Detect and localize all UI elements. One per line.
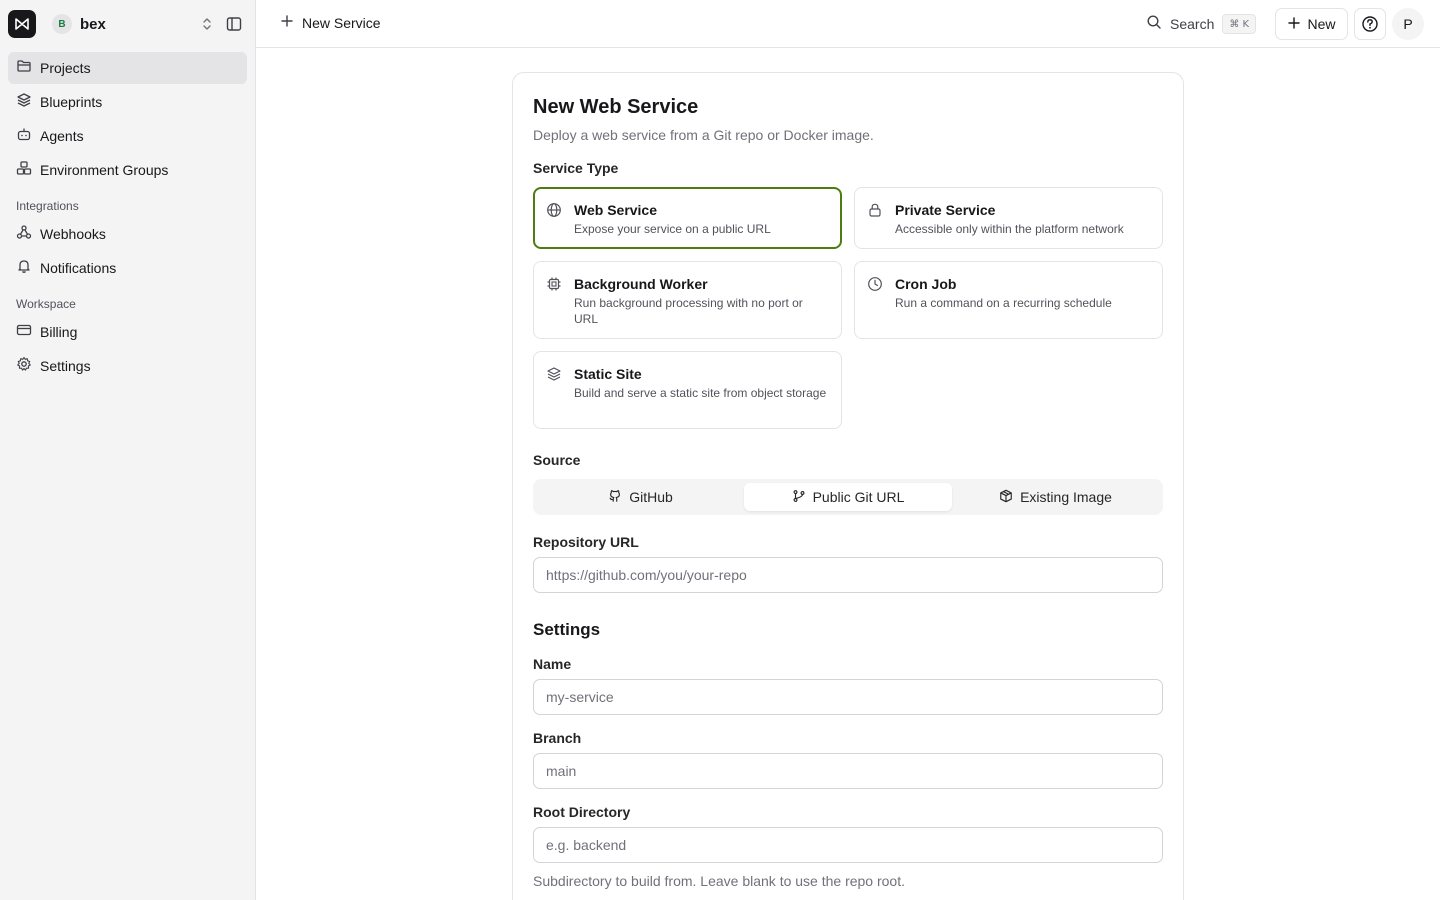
- repository-url-input[interactable]: [533, 557, 1163, 593]
- webhook-icon: [16, 224, 32, 245]
- sidebar-item-agents[interactable]: Agents: [8, 120, 247, 152]
- sidebar-item-label: Agents: [40, 128, 84, 144]
- sidebar: B bex Projects Blueprints Agents Environ…: [0, 0, 256, 900]
- service-type-private-service[interactable]: Private Service Accessible only within t…: [854, 187, 1163, 249]
- search-button[interactable]: Search ⌘ K: [1146, 11, 1257, 37]
- boxes-icon: [16, 160, 32, 181]
- name-label: Name: [533, 656, 572, 672]
- service-type-label: Service Type: [533, 160, 619, 176]
- page-subtitle: Deploy a web service from a Git repo or …: [533, 127, 874, 143]
- plus-icon: [280, 14, 294, 31]
- layers-icon: [546, 366, 562, 387]
- source-label: Source: [533, 452, 581, 468]
- workspace-switcher[interactable]: B bex: [44, 10, 214, 38]
- service-type-background-worker[interactable]: Background Worker Run background process…: [533, 261, 842, 339]
- service-type-title: Background Worker: [574, 276, 708, 292]
- clock-icon: [867, 276, 883, 297]
- source-tab-existing-image[interactable]: Existing Image: [952, 483, 1159, 511]
- package-icon: [999, 489, 1013, 506]
- sidebar-section-workspace: Workspace: [16, 297, 76, 311]
- source-tab-label: Existing Image: [1020, 489, 1112, 505]
- branch-label: Branch: [533, 730, 582, 746]
- user-avatar[interactable]: P: [1392, 8, 1424, 40]
- layers-icon: [16, 92, 32, 113]
- breadcrumb-label: New Service: [302, 14, 381, 31]
- search-shortcut-badge: ⌘ K: [1222, 14, 1257, 34]
- sidebar-item-environment-groups[interactable]: Environment Groups: [8, 154, 247, 186]
- sidebar-toggle-icon[interactable]: [224, 14, 244, 34]
- service-type-desc: Run a command on a recurring schedule: [895, 296, 1112, 310]
- settings-section-title: Settings: [533, 620, 601, 639]
- gear-icon: [16, 356, 32, 377]
- new-service-form: New Web Service Deploy a web service fro…: [512, 72, 1184, 900]
- service-type-desc: Run background processing with no port o…: [574, 296, 803, 326]
- service-type-title: Static Site: [574, 366, 642, 382]
- repository-url-label: Repository URL: [533, 534, 639, 550]
- sidebar-item-label: Blueprints: [40, 94, 103, 110]
- service-type-title: Cron Job: [895, 276, 957, 292]
- service-type-cron-job[interactable]: Cron Job Run a command on a recurring sc…: [854, 261, 1163, 339]
- github-icon: [608, 489, 622, 506]
- sidebar-item-label: Billing: [40, 324, 78, 340]
- root-directory-input[interactable]: [533, 827, 1163, 863]
- new-button[interactable]: New: [1275, 8, 1348, 40]
- service-type-desc: Build and serve a static site from objec…: [574, 386, 827, 400]
- new-button-label: New: [1307, 16, 1336, 32]
- folder-icon: [16, 58, 32, 79]
- search-icon: [1146, 14, 1162, 35]
- root-directory-hint: Subdirectory to build from. Leave blank …: [533, 873, 905, 889]
- credit-card-icon: [16, 322, 32, 343]
- breadcrumb[interactable]: New Service: [280, 14, 381, 31]
- sidebar-item-label: Notifications: [40, 260, 117, 276]
- plus-icon: [1287, 16, 1301, 33]
- source-tab-label: GitHub: [629, 489, 673, 505]
- bell-icon: [16, 258, 32, 279]
- sidebar-item-label: Projects: [40, 60, 91, 76]
- service-type-desc: Accessible only within the platform netw…: [895, 222, 1124, 236]
- page-title: New Web Service: [533, 96, 699, 118]
- service-type-title: Web Service: [574, 202, 658, 218]
- service-type-static-site[interactable]: Static Site Build and serve a static sit…: [533, 351, 842, 429]
- name-input[interactable]: [533, 679, 1163, 715]
- sidebar-item-blueprints[interactable]: Blueprints: [8, 86, 247, 118]
- service-type-web-service[interactable]: Web Service Expose your service on a pub…: [533, 187, 842, 249]
- sidebar-item-projects[interactable]: Projects: [8, 52, 247, 84]
- sidebar-item-webhooks[interactable]: Webhooks: [8, 218, 247, 250]
- branch-input[interactable]: [533, 753, 1163, 789]
- cpu-icon: [546, 276, 562, 297]
- source-tab-github[interactable]: GitHub: [537, 483, 744, 511]
- root-directory-label: Root Directory: [533, 804, 631, 820]
- source-tab-public-git-url[interactable]: Public Git URL: [744, 483, 952, 511]
- sidebar-item-label: Environment Groups: [40, 162, 169, 178]
- globe-icon: [546, 202, 562, 223]
- lock-icon: [867, 202, 883, 223]
- sidebar-item-settings[interactable]: Settings: [8, 350, 247, 382]
- service-type-title: Private Service: [895, 202, 996, 218]
- workspace-name: bex: [80, 15, 106, 33]
- top-bar: New Service Search ⌘ K New P: [256, 0, 1440, 48]
- search-label: Search: [1170, 16, 1215, 32]
- sidebar-section-integrations: Integrations: [16, 199, 79, 213]
- workspace-header: B bex: [8, 10, 248, 38]
- app-logo[interactable]: [8, 10, 36, 38]
- service-type-desc: Expose your service on a public URL: [574, 222, 771, 236]
- bot-icon: [16, 126, 32, 147]
- sidebar-item-billing[interactable]: Billing: [8, 316, 247, 348]
- source-segmented-control: GitHub Public Git URL Existing Image: [533, 479, 1163, 515]
- sidebar-item-label: Webhooks: [40, 226, 106, 242]
- source-tab-label: Public Git URL: [812, 489, 905, 505]
- git-branch-icon: [792, 489, 806, 506]
- sidebar-item-notifications[interactable]: Notifications: [8, 252, 247, 284]
- chevrons-up-down-icon: [200, 16, 214, 37]
- sidebar-item-label: Settings: [40, 358, 91, 374]
- workspace-avatar: B: [52, 14, 72, 34]
- help-icon[interactable]: [1354, 8, 1386, 40]
